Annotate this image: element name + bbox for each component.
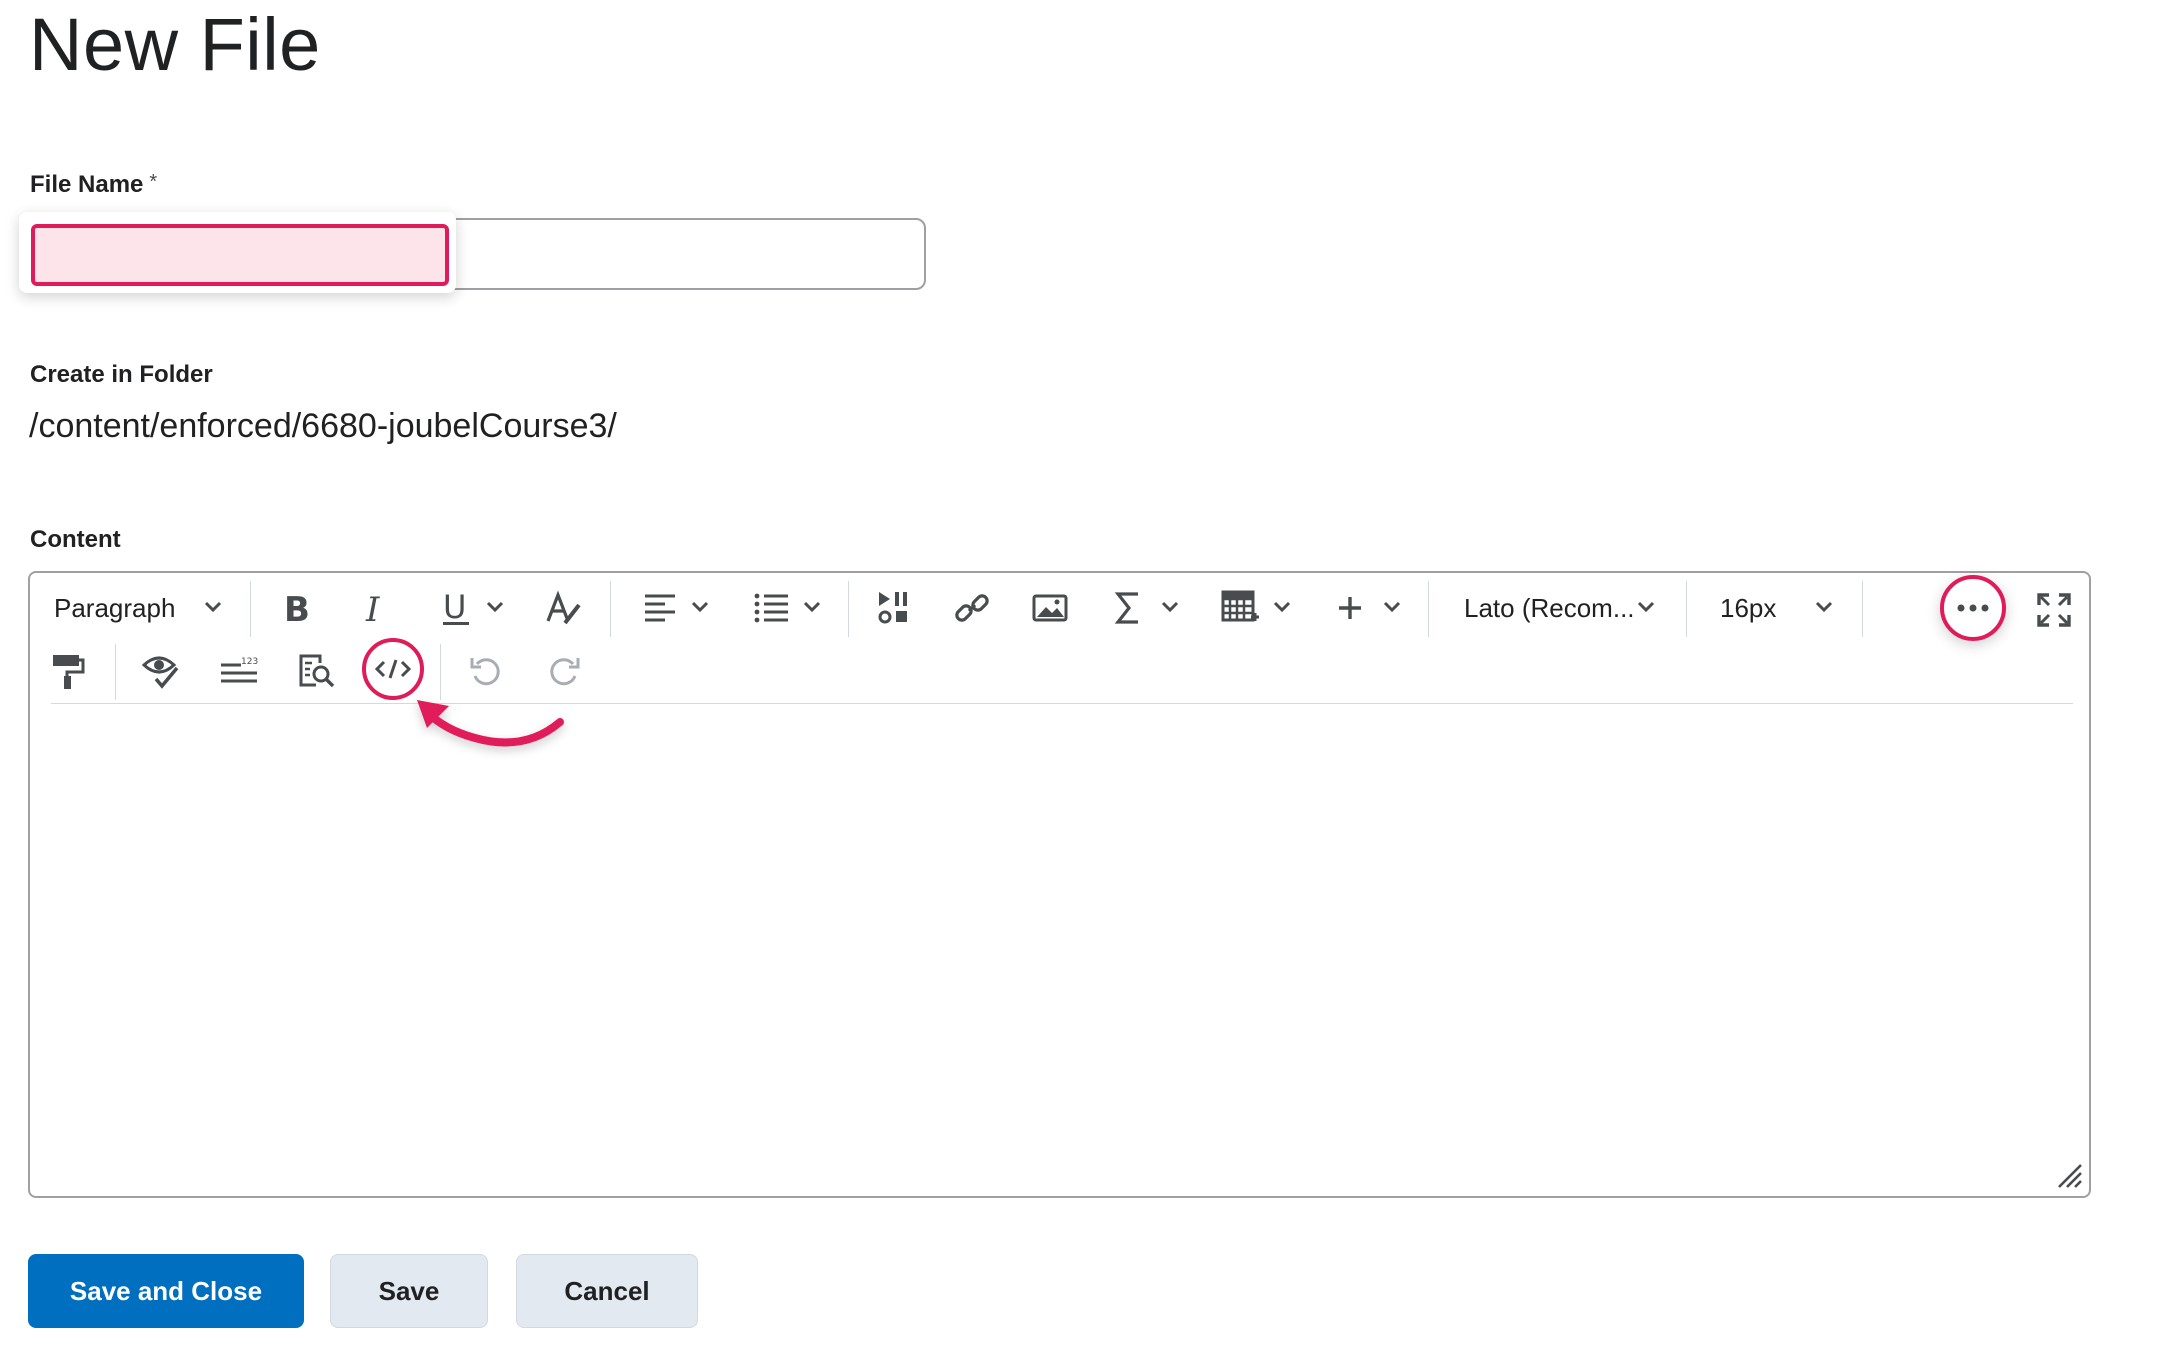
accessibility-checker-icon[interactable]	[140, 651, 182, 691]
file-name-label-text: File Name	[30, 171, 144, 198]
toolbar-separator	[115, 644, 116, 700]
save-button[interactable]: Save	[330, 1254, 488, 1328]
toolbar-separator	[610, 581, 611, 637]
block-format-value: Paragraph	[54, 592, 176, 623]
fullscreen-icon[interactable]	[2034, 590, 2074, 630]
text-color-icon[interactable]	[544, 588, 584, 628]
font-size-value: 16px	[1720, 592, 1777, 623]
bullet-list-icon[interactable]	[752, 588, 792, 628]
chevron-down-icon[interactable]	[1160, 600, 1180, 614]
image-icon[interactable]	[1030, 588, 1070, 628]
underline-icon[interactable]: U	[436, 586, 476, 630]
word-count-icon[interactable]: 123	[218, 651, 260, 691]
toolbar-separator	[250, 581, 251, 637]
save-and-close-button[interactable]: Save and Close	[28, 1254, 304, 1328]
align-left-icon[interactable]	[640, 588, 680, 628]
font-size-select[interactable]: 16px	[1720, 588, 1776, 628]
file-name-label: File Name *	[30, 171, 157, 199]
folder-path: /content/enforced/6680-joubelCourse3/	[29, 407, 617, 445]
cancel-button[interactable]: Cancel	[516, 1254, 698, 1328]
file-name-input-highlight[interactable]	[31, 224, 449, 286]
resize-handle-icon[interactable]	[2057, 1163, 2083, 1189]
chevron-down-icon[interactable]	[690, 600, 710, 614]
required-marker: *	[149, 171, 158, 193]
annotation-arrow-icon	[417, 700, 564, 747]
block-format-select[interactable]: Paragraph	[54, 588, 175, 628]
link-icon[interactable]	[952, 588, 992, 628]
undo-icon[interactable]	[466, 651, 506, 691]
toolbar-separator	[1686, 581, 1687, 637]
source-code-icon[interactable]	[375, 657, 411, 681]
insert-plus-icon[interactable]	[1330, 588, 1370, 628]
toolbar-separator	[1862, 581, 1863, 637]
chevron-down-icon[interactable]	[485, 600, 505, 614]
italic-icon[interactable]: I	[356, 588, 396, 628]
toolbar-divider	[51, 703, 2073, 704]
font-family-value: Lato (Recom...	[1464, 592, 1635, 623]
chevron-down-icon[interactable]	[1382, 600, 1402, 614]
chevron-down-icon[interactable]	[1636, 600, 1656, 614]
redo-icon[interactable]	[544, 651, 584, 691]
toolbar-separator	[1428, 581, 1429, 637]
svg-text:123: 123	[241, 657, 258, 667]
chevron-down-icon[interactable]	[203, 600, 223, 614]
page-title: New File	[29, 3, 321, 86]
svg-text:I: I	[365, 590, 380, 626]
equation-icon[interactable]	[1108, 588, 1148, 628]
insert-stuff-icon[interactable]	[875, 588, 915, 628]
preview-icon[interactable]	[296, 651, 338, 691]
table-icon[interactable]	[1220, 588, 1260, 628]
chevron-down-icon[interactable]	[1272, 600, 1292, 614]
svg-text:B: B	[284, 590, 310, 626]
chevron-down-icon[interactable]	[1814, 600, 1834, 614]
format-painter-icon[interactable]	[48, 651, 88, 691]
bold-icon[interactable]: B	[278, 588, 318, 628]
font-family-select[interactable]: Lato (Recom...	[1464, 588, 1635, 628]
svg-text:U: U	[443, 588, 466, 626]
more-actions-icon[interactable]	[1955, 603, 1991, 613]
folder-label: Create in Folder	[30, 361, 213, 388]
content-label: Content	[30, 526, 121, 553]
toolbar-separator	[848, 581, 849, 637]
chevron-down-icon[interactable]	[802, 600, 822, 614]
